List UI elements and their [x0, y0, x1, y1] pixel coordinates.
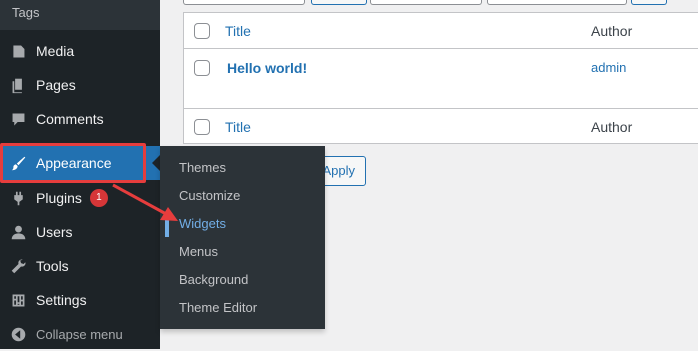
annotation-arrow [112, 183, 178, 221]
